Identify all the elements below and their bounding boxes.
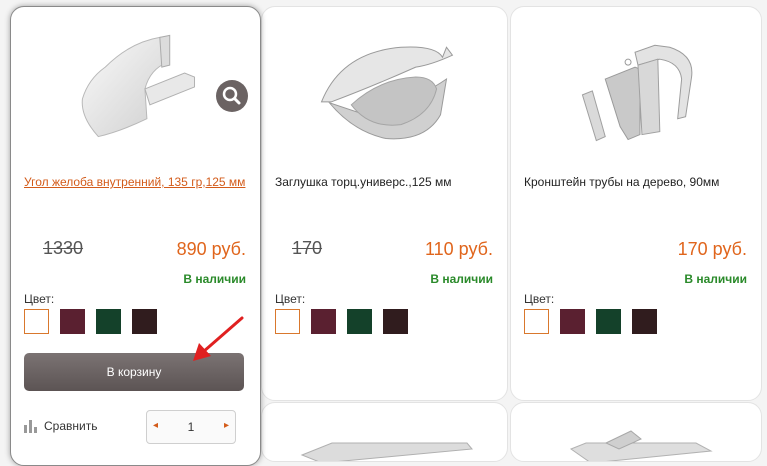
color-swatch-wine[interactable] [60,309,85,334]
product-card-5[interactable] [261,402,508,462]
color-swatch-brown[interactable] [383,309,408,334]
price: 890 руб. [176,239,246,259]
product-card-1[interactable]: Угол желоба внутренний, 135 гр,125 мм 13… [10,6,261,466]
stock-status: В наличии [684,272,747,286]
color-swatch-white[interactable] [24,309,49,334]
add-to-cart-button[interactable]: В корзину [24,353,244,391]
color-label: Цвет: [275,292,306,306]
quantity-stepper[interactable]: ◂ 1 ▸ [146,410,236,444]
product-card-6[interactable] [510,402,762,462]
color-swatch-green[interactable] [347,309,372,334]
product-title[interactable]: Кронштейн трубы на дерево, 90мм [524,175,719,189]
color-swatch-white[interactable] [524,309,549,334]
color-swatches [24,309,157,334]
old-price: 170 [292,238,323,258]
price: 170 руб. [677,239,747,259]
price: 110 руб. [424,239,493,259]
color-swatch-green[interactable] [96,309,121,334]
old-price: 1330 [43,238,84,258]
compare-link[interactable]: Сравнить [24,419,97,433]
compare-label: Сравнить [44,419,98,433]
product-image-5[interactable] [262,403,508,462]
color-swatch-white[interactable] [275,309,300,334]
product-card-2[interactable]: Заглушка торц.универс.,125 мм 170 110 ру… [261,6,508,401]
product-title[interactable]: Заглушка торц.универс.,125 мм [275,175,452,189]
product-image-6[interactable] [511,403,762,462]
product-card-3[interactable]: Кронштейн трубы на дерево, 90мм 170 руб.… [510,6,762,401]
product-image-2[interactable] [262,7,507,157]
color-swatch-wine[interactable] [311,309,336,334]
zoom-button[interactable] [216,80,248,112]
color-swatch-wine[interactable] [560,309,585,334]
compare-icon [24,419,37,433]
increase-button[interactable]: ▸ [224,420,229,431]
stock-status: В наличии [430,272,493,286]
product-title[interactable]: Угол желоба внутренний, 135 гр,125 мм [24,175,245,189]
product-image-3[interactable] [511,7,761,157]
quantity-value[interactable]: 1 [147,420,235,434]
color-swatch-brown[interactable] [132,309,157,334]
color-swatch-green[interactable] [596,309,621,334]
color-label: Цвет: [524,292,555,306]
stock-status: В наличии [183,272,246,286]
magnifier-icon [222,86,241,105]
color-swatches [524,309,657,334]
color-swatch-brown[interactable] [632,309,657,334]
color-swatches [275,309,408,334]
color-label: Цвет: [24,292,55,306]
